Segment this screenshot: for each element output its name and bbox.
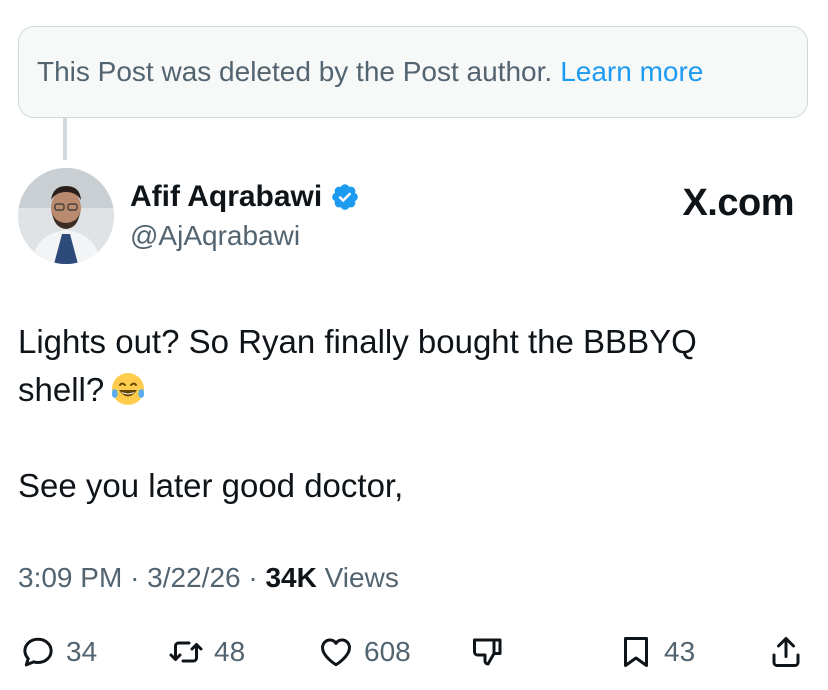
post-line: Lights out? So Ryan finally bought the B… xyxy=(18,318,798,366)
action-bar: 34 48 608 43 xyxy=(0,620,828,680)
post-line-3: See you later good doctor, xyxy=(18,467,404,504)
verified-badge-icon xyxy=(332,184,359,210)
post-line: shell? xyxy=(18,366,798,414)
share-button[interactable] xyxy=(768,634,804,670)
tears-of-joy-emoji-icon xyxy=(112,373,145,405)
learn-more-link[interactable]: Learn more xyxy=(560,56,703,88)
heart-icon xyxy=(321,638,351,667)
deleted-notice-text: This Post was deleted by the Post author… xyxy=(37,56,553,87)
dislike-button[interactable] xyxy=(470,634,506,670)
author-name[interactable]: Afif Aqrabawi xyxy=(130,180,322,214)
bookmark-count: 43 xyxy=(664,636,696,667)
post-line-1: Lights out? So Ryan finally bought the B… xyxy=(18,323,697,360)
bookmark-button[interactable]: 43 xyxy=(618,634,695,670)
post-line-2: shell? xyxy=(18,371,105,408)
avatar[interactable] xyxy=(18,168,114,264)
post-line: See you later good doctor, xyxy=(18,462,798,510)
repost-count: 48 xyxy=(214,636,246,667)
like-button[interactable]: 608 xyxy=(318,634,411,670)
meta-separator: · xyxy=(130,562,140,593)
deleted-post-notice: This Post was deleted by the Post author… xyxy=(18,26,808,118)
post-meta: 3:09 PM · 3/22/26 · 34K Views xyxy=(18,562,399,594)
reply-count: 34 xyxy=(66,636,98,667)
views-count: 34K xyxy=(265,562,317,593)
reply-button[interactable]: 34 xyxy=(20,634,97,670)
thread-connector-line xyxy=(63,118,67,160)
author-handle[interactable]: @AjAqrabawi xyxy=(130,220,300,252)
post-text: Lights out? So Ryan finally bought the B… xyxy=(18,318,798,510)
post-date[interactable]: 3/22/26 xyxy=(147,562,240,593)
like-count: 608 xyxy=(364,636,411,667)
author-name-row[interactable]: Afif Aqrabawi xyxy=(130,180,360,214)
views-label: Views xyxy=(324,562,399,593)
brand-watermark: X.com xyxy=(682,182,794,224)
bookmark-icon xyxy=(624,637,648,667)
repost-button[interactable]: 48 xyxy=(168,634,245,670)
meta-separator: · xyxy=(248,562,258,593)
reply-icon xyxy=(23,637,53,667)
avatar-photo xyxy=(18,168,114,264)
post-time[interactable]: 3:09 PM xyxy=(18,562,122,593)
thumbs-down-icon xyxy=(473,638,502,666)
share-icon xyxy=(772,637,800,667)
repost-icon xyxy=(169,641,203,663)
